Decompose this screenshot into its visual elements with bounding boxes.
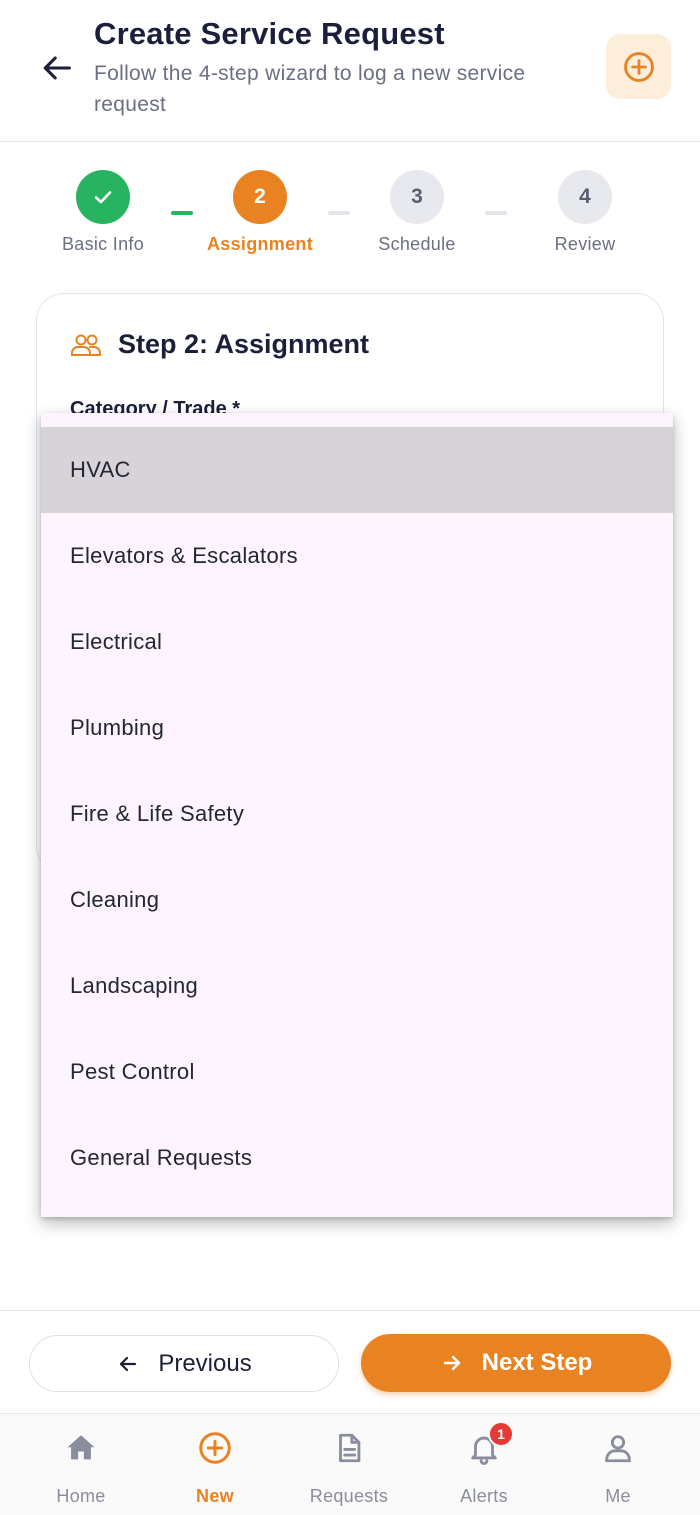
dropdown-option-landscaping[interactable]: Landscaping	[41, 943, 673, 1029]
dropdown-option-plumbing[interactable]: Plumbing	[41, 685, 673, 771]
nav-item-alerts[interactable]: 1 Alerts	[424, 1421, 544, 1507]
dropdown-option-cleaning[interactable]: Cleaning	[41, 857, 673, 943]
dropdown-option-fire-safety[interactable]: Fire & Life Safety	[41, 771, 673, 857]
previous-button[interactable]: Previous	[29, 1335, 339, 1392]
previous-button-label: Previous	[158, 1349, 252, 1377]
add-circle-icon	[623, 51, 654, 82]
nav-item-new[interactable]: New	[155, 1428, 275, 1507]
next-step-button-label: Next Step	[481, 1349, 593, 1376]
step-number: 3	[390, 170, 444, 224]
card-title: Step 2: Assignment	[118, 329, 370, 359]
nav-label: Requests	[309, 1486, 389, 1506]
step-label: Review	[554, 234, 616, 254]
bottom-navigation: Home New Requests 1 Alerts Me	[0, 1413, 700, 1515]
document-icon	[339, 1433, 361, 1463]
page-subtitle: Follow the 4-step wizard to log a new se…	[94, 62, 526, 116]
person-icon	[605, 1435, 631, 1463]
category-dropdown-menu[interactable]: HVAC Elevators & Escalators Electrical P…	[41, 413, 673, 1217]
dropdown-option-general[interactable]: General Requests	[41, 1115, 673, 1201]
step-label: Schedule	[378, 234, 456, 254]
nav-label: New	[196, 1486, 234, 1506]
home-icon	[67, 1435, 95, 1460]
step-complete-indicator	[76, 170, 130, 224]
wizard-stepper: Basic Info 2 Assignment 3 Schedule 4 Rev…	[0, 142, 700, 282]
nav-label: Me	[605, 1486, 631, 1506]
users-icon	[71, 334, 101, 356]
arrow-left-icon	[43, 56, 71, 80]
step-assignment[interactable]: 2 Assignment	[190, 170, 330, 255]
app-header: Create Service Request Follow the 4-step…	[0, 0, 700, 142]
step-number: 2	[233, 170, 287, 224]
nav-item-home[interactable]: Home	[21, 1428, 141, 1507]
add-circle-icon	[199, 1432, 231, 1464]
nav-item-me[interactable]: Me	[558, 1428, 678, 1507]
next-step-button[interactable]: Next Step	[361, 1334, 671, 1392]
dropdown-option-pest-control[interactable]: Pest Control	[41, 1029, 673, 1115]
nav-label: Alerts	[460, 1486, 508, 1506]
step-basic-info[interactable]: Basic Info	[33, 170, 173, 255]
dropdown-option-hvac[interactable]: HVAC	[41, 427, 673, 513]
arrow-left-icon	[120, 1356, 137, 1371]
dropdown-option-elevators[interactable]: Elevators & Escalators	[41, 513, 673, 599]
step-connector	[485, 211, 507, 215]
back-button[interactable]	[36, 46, 80, 90]
nav-label: Home	[56, 1486, 106, 1506]
alerts-count-badge: 1	[488, 1421, 514, 1447]
step-label: Assignment	[206, 234, 314, 254]
dropdown-option-electrical[interactable]: Electrical	[41, 599, 673, 685]
nav-item-requests[interactable]: Requests	[289, 1428, 409, 1507]
check-icon	[94, 191, 112, 204]
wizard-footer: Previous Next Step	[0, 1310, 700, 1413]
arrow-right-icon	[443, 1355, 460, 1371]
new-request-button[interactable]	[606, 34, 671, 99]
step-label: Basic Info	[61, 234, 145, 254]
step-number: 4	[558, 170, 612, 224]
step-review[interactable]: 4 Review	[515, 170, 655, 255]
page-title: Create Service Request	[94, 16, 445, 51]
step-schedule[interactable]: 3 Schedule	[347, 170, 487, 255]
